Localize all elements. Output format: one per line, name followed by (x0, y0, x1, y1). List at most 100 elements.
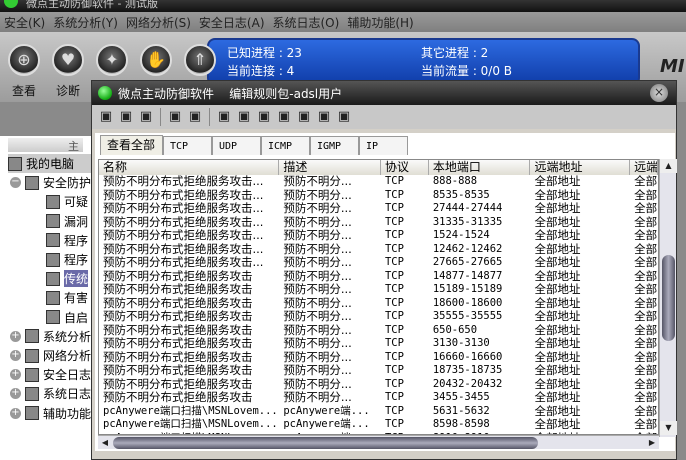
move-down-icon[interactable]: ▣ (336, 109, 352, 125)
export-icon[interactable]: ▣ (138, 109, 154, 125)
column-header[interactable]: 描述 (279, 160, 381, 175)
tree-item[interactable]: + 安全日志 (10, 365, 91, 384)
tab-icmp[interactable]: ICMP (261, 136, 310, 155)
expand-icon[interactable]: + (10, 407, 21, 419)
tree-item[interactable]: 我的电脑 (8, 154, 92, 173)
expand-icon[interactable]: + (10, 388, 21, 400)
tab-查看全部[interactable]: 查看全部 (100, 135, 163, 155)
expand-icon[interactable]: + (10, 330, 21, 342)
menu-item[interactable]: 系统分析(Y) (53, 14, 118, 31)
column-header[interactable]: 远端 (630, 160, 658, 175)
hand-icon: ✋ (146, 50, 166, 69)
menu-item[interactable]: 网络分析(S) (126, 14, 191, 31)
table-row[interactable]: 预防不明分布式拒绝服务攻击 预防不明分... TCP 18600-18600 全部地址 全… (99, 297, 658, 311)
tree-item[interactable]: + 系统日志 (10, 384, 91, 403)
table-row[interactable]: 预防不明分布式拒绝服务攻击 预防不明分... TCP 35555-35555 全部地址 全… (99, 310, 658, 324)
table-row[interactable]: 预防不明分布式拒绝服务攻击 预防不明分... TCP 15189-15189 全部地址 全… (99, 283, 658, 297)
table-row[interactable]: 预防不明分布式拒绝服务攻击 预防不明分... TCP 3130-3130 全部地址 全部 (99, 337, 658, 351)
column-header[interactable]: 协议 (381, 160, 429, 175)
tree-item[interactable]: 自启 (46, 308, 88, 327)
properties-icon[interactable]: ▣ (296, 109, 312, 125)
table-row[interactable]: 预防不明分布式拒绝服务攻击... 预防不明分... TCP 27665-27665 全部… (99, 256, 658, 270)
find-icon[interactable]: ▣ (167, 109, 183, 125)
table-row[interactable]: 预防不明分布式拒绝服务攻击... 预防不明分... TCP 1524-1524 全部地址… (99, 229, 658, 243)
collapse-icon[interactable]: − (10, 177, 21, 189)
tree-node-icon (25, 348, 39, 363)
save-icon[interactable]: ▣ (118, 109, 134, 125)
table-cell: 8535-8535 (432, 188, 490, 201)
tree-item[interactable]: − 安全防护 (10, 173, 91, 192)
find-all-icon[interactable]: ▣ (187, 109, 203, 125)
hand-button[interactable]: ✋ (140, 44, 172, 76)
expand-icon[interactable]: + (10, 369, 21, 381)
table-cell: 全部 (634, 242, 658, 256)
column-header[interactable]: 名称 (99, 160, 280, 175)
table-cell: 预防不明分... (283, 269, 352, 283)
menu-item[interactable]: 辅助功能(H) (347, 14, 413, 31)
tree-item[interactable]: 程序 (46, 250, 88, 269)
vertical-scroll-thumb[interactable] (662, 255, 675, 341)
table-row[interactable]: 预防不明分布式拒绝服务攻击 预防不明分... TCP 14877-14877 全部地址 全… (99, 270, 658, 284)
table-row[interactable]: pcAnywere端口扫描\MSNLovem... pcAnywere端... TC… (99, 418, 658, 432)
dialog-title-bar[interactable]: 微点主动防御软件 编辑规则包-adsl用户 × (92, 81, 676, 105)
edit-rule-icon[interactable]: ▣ (256, 109, 272, 125)
import-icon[interactable]: ▣ (98, 109, 114, 125)
table-row[interactable]: 预防不明分布式拒绝服务攻击 预防不明分... TCP 16660-16660 全部地址 全… (99, 351, 658, 365)
scroll-right-icon[interactable]: ▶ (645, 436, 659, 450)
protocol-tabs: 查看全部 TCP UDP ICMP IGMP IP (100, 135, 408, 155)
table-cell: 全部地址 (534, 215, 581, 229)
tab-igmp[interactable]: IGMP (310, 136, 359, 155)
column-header[interactable]: 远端地址 (530, 160, 631, 175)
tree-item[interactable]: + 系统分析 (10, 327, 91, 346)
table-cell: 全部地址 (534, 364, 581, 377)
table-row[interactable]: 预防不明分布式拒绝服务攻击 预防不明分... TCP 20432-20432 全部地址 全… (99, 378, 658, 392)
tree-item[interactable]: 传统 (46, 269, 89, 288)
move-up-icon[interactable]: ▣ (316, 109, 332, 125)
table-row[interactable]: 预防不明分布式拒绝服务攻击... 预防不明分... TCP 31335-31335 全部… (99, 216, 658, 230)
tab-tcp[interactable]: TCP (163, 136, 212, 155)
table-cell: 全部地址 (534, 296, 581, 310)
menu-item[interactable]: 系统日志(O) (273, 14, 340, 31)
table-row[interactable]: 预防不明分布式拒绝服务攻击... 预防不明分... TCP 27444-27444 全部… (99, 202, 658, 216)
tab-udp[interactable]: UDP (212, 136, 261, 155)
table-cell: 全部 (634, 188, 658, 202)
tree-item[interactable]: 程序 (46, 231, 88, 250)
vertical-scrollbar[interactable]: ▲ ▼ (659, 159, 677, 437)
delete-rule-icon[interactable]: ▣ (276, 109, 292, 125)
insert-rule-icon[interactable]: ▣ (236, 109, 252, 125)
table-row[interactable]: 预防不明分布式拒绝服务攻击 预防不明分... TCP 18735-18735 全部地址 全… (99, 364, 658, 378)
tree-header: 主 (8, 138, 83, 153)
upload-icon: ⇑ (193, 50, 207, 69)
magnifier-button[interactable]: ⊕ (8, 44, 40, 76)
menu-item[interactable]: 安全日志(A) (199, 14, 265, 31)
tree-item[interactable]: 漏洞 (46, 212, 88, 231)
shield-button[interactable]: ✦ (96, 44, 128, 76)
tab-ip[interactable]: IP (359, 136, 408, 155)
scroll-down-icon[interactable]: ▼ (660, 421, 677, 435)
close-button[interactable]: × (650, 84, 668, 102)
upload-button[interactable]: ⇑ (184, 44, 216, 76)
table-cell: 预防不明分... (283, 391, 352, 404)
table-row[interactable]: 预防不明分布式拒绝服务攻击... 预防不明分... TCP 888-888 全部地址 全部 (99, 175, 658, 189)
table-row[interactable]: 预防不明分布式拒绝服务攻击 预防不明分... TCP 650-650 全部地址 全部 (99, 324, 658, 338)
tree-item[interactable]: 有害 (46, 288, 88, 307)
table-row[interactable]: 预防不明分布式拒绝服务攻击... 预防不明分... TCP 12462-12462 全部… (99, 243, 658, 257)
scroll-left-icon[interactable]: ◀ (98, 436, 112, 450)
tree-item[interactable]: 可疑 (46, 192, 88, 211)
tree-item[interactable]: + 网络分析 (10, 346, 91, 365)
app-title: 微点主动防御软件 - 测试版 (26, 0, 158, 10)
expand-icon[interactable]: + (10, 350, 21, 361)
horizontal-scroll-thumb[interactable] (113, 437, 538, 449)
scroll-up-icon[interactable]: ▲ (660, 159, 677, 173)
tree-item[interactable]: + 辅助功能 (10, 404, 91, 423)
table-row[interactable]: pcAnywere端口扫描\MSNLovem... pcAnywere端... TC… (99, 405, 658, 419)
horizontal-scrollbar[interactable]: ◀ ▶ (98, 435, 659, 449)
table-row[interactable]: 预防不明分布式拒绝服务攻击 预防不明分... TCP 3455-3455 全部地址 全部 (99, 391, 658, 405)
table-cell: TCP (384, 215, 404, 228)
table-row[interactable]: 预防不明分布式拒绝服务攻击... 预防不明分... TCP 8535-8535 全部地址… (99, 189, 658, 203)
add-rule-icon[interactable]: ▣ (216, 109, 232, 125)
menu-item[interactable]: 安全(K) (4, 14, 45, 31)
heart-button[interactable]: ♥ (52, 44, 84, 76)
table-cell: 预防不明分布式拒绝服务攻击... (103, 256, 264, 269)
column-header[interactable]: 本地端口 (429, 160, 531, 175)
